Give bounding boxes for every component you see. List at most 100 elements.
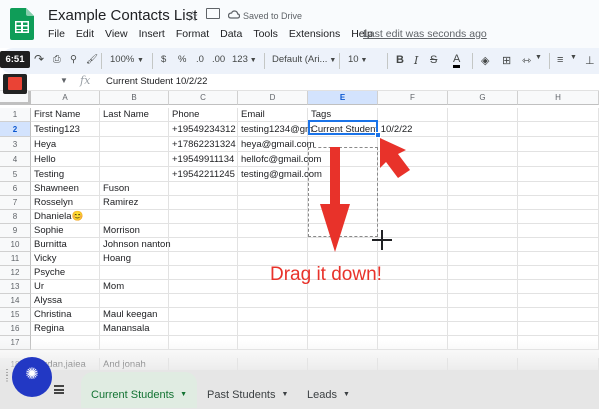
menu-view[interactable]: View [105, 28, 128, 40]
cell-g3[interactable] [448, 137, 518, 152]
row-header[interactable]: 2 [0, 122, 31, 137]
cell-h3[interactable] [518, 137, 599, 152]
cell-d8[interactable] [238, 210, 308, 224]
cell-d2[interactable]: testing1234@gm [238, 122, 313, 137]
cell-h18[interactable] [518, 358, 599, 370]
cell-b1[interactable]: Last Name [100, 108, 169, 122]
cell-a10[interactable]: Burnitta [31, 238, 100, 252]
row-header[interactable]: 12 [0, 266, 31, 280]
cell-h5[interactable] [518, 167, 599, 182]
row-header[interactable]: 17 [0, 336, 31, 350]
cell-d15[interactable] [238, 308, 308, 322]
cell-e17[interactable] [308, 336, 378, 350]
cell-h6[interactable] [518, 182, 599, 196]
currency-button[interactable]: $ [161, 54, 166, 65]
cell-d1[interactable]: Email [238, 108, 308, 122]
cell-e10[interactable] [308, 238, 378, 252]
chevron-down-icon[interactable]: ▼ [535, 54, 542, 61]
formula-input[interactable]: Current Student 10/2/22 [106, 76, 207, 87]
cell-e7[interactable] [308, 196, 378, 210]
chevron-down-icon[interactable]: ▼ [570, 54, 577, 61]
bold-icon[interactable]: B [396, 54, 404, 66]
paint-format-icon[interactable]: ⚲ [70, 54, 77, 65]
print-icon[interactable]: ⎙ [53, 54, 61, 65]
cell-a15[interactable]: Christina [31, 308, 100, 322]
cell-b8[interactable] [100, 210, 169, 224]
cell-b12[interactable] [100, 266, 169, 280]
cell-f13[interactable] [378, 280, 448, 294]
cell-c1[interactable]: Phone [169, 108, 238, 122]
row-header[interactable]: 8 [0, 210, 31, 224]
cell-b6[interactable]: Fuson [100, 182, 169, 196]
cell-a13[interactable]: Ur [31, 280, 100, 294]
document-title[interactable]: Example Contacts List [48, 7, 197, 24]
cell-a1[interactable]: First Name [31, 108, 100, 122]
zoom-select[interactable]: 100% ▼ [110, 54, 144, 65]
cell-h13[interactable] [518, 280, 599, 294]
cell-g7[interactable] [448, 196, 518, 210]
cell-b16[interactable]: Manansala [100, 322, 169, 336]
text-color-icon[interactable]: A [453, 54, 461, 68]
row-header[interactable]: 10 [0, 238, 31, 252]
row-header[interactable]: 9 [0, 224, 31, 238]
cell-d7[interactable] [238, 196, 308, 210]
cell-f11[interactable] [378, 252, 448, 266]
cell-g11[interactable] [448, 252, 518, 266]
menu-file[interactable]: File [48, 28, 65, 40]
cell-a6[interactable]: Shawneen [31, 182, 100, 196]
row-header[interactable]: 3 [0, 137, 31, 152]
column-header-h[interactable]: H [518, 91, 599, 105]
cell-c4[interactable]: +19549911134 [169, 152, 238, 167]
cell-a12[interactable]: Psyche [31, 266, 100, 280]
cell-e15[interactable] [308, 308, 378, 322]
cell-h11[interactable] [518, 252, 599, 266]
cell-f17[interactable] [378, 336, 448, 350]
cell-g8[interactable] [448, 210, 518, 224]
cell-g6[interactable] [448, 182, 518, 196]
menu-insert[interactable]: Insert [139, 28, 165, 40]
strikethrough-icon[interactable]: S [430, 54, 437, 66]
cell-h4[interactable] [518, 152, 599, 167]
cell-b10[interactable]: Johnson nanton [100, 238, 171, 252]
cell-h9[interactable] [518, 224, 599, 238]
row-header[interactable]: 4 [0, 152, 31, 167]
cell-c15[interactable] [169, 308, 238, 322]
cell-d14[interactable] [238, 294, 308, 308]
redo-icon[interactable]: ↷ [34, 52, 44, 66]
cell-a5[interactable]: Testing [31, 167, 100, 182]
cell-e1[interactable]: Tags [308, 108, 378, 122]
star-icon[interactable]: ☆ [186, 8, 199, 25]
cell-g2[interactable] [448, 122, 518, 137]
more-formats-button[interactable]: 123 ▼ [232, 54, 257, 65]
cell-c18[interactable] [169, 358, 238, 370]
cell-c11[interactable] [169, 252, 238, 266]
cell-a9[interactable]: Sophie [31, 224, 100, 238]
cell-f16[interactable] [378, 322, 448, 336]
column-header-f[interactable]: F [378, 91, 448, 105]
cell-h2[interactable] [518, 122, 599, 137]
name-box-dropdown-icon[interactable]: ▼ [60, 76, 68, 85]
cell-g12[interactable] [448, 266, 518, 280]
cell-b5[interactable] [100, 167, 169, 182]
column-header-g[interactable]: G [448, 91, 518, 105]
cell-h17[interactable] [518, 336, 599, 350]
decrease-decimal-button[interactable]: .0 [196, 54, 204, 65]
menu-extensions[interactable]: Extensions [289, 28, 340, 40]
cell-a11[interactable]: Vicky [31, 252, 100, 266]
cell-g18[interactable] [448, 358, 518, 370]
cell-a8[interactable]: Dhaniela😊 [31, 210, 100, 224]
cell-b15[interactable]: Maul keegan [100, 308, 169, 322]
cell-b3[interactable] [100, 137, 169, 152]
cell-f18[interactable] [378, 358, 448, 370]
valign-icon[interactable]: ⊥ [585, 54, 595, 67]
cell-a7[interactable]: Rosselyn [31, 196, 100, 210]
cell-c6[interactable] [169, 182, 238, 196]
row-header[interactable]: 13 [0, 280, 31, 294]
cell-b4[interactable] [100, 152, 169, 167]
column-header-c[interactable]: C [169, 91, 238, 105]
cell-a4[interactable]: Hello [31, 152, 100, 167]
cell-e8[interactable] [308, 210, 378, 224]
spreadsheet-grid[interactable]: A B C D E F G H 1 First Name Last Name Phone Email Ta… [0, 91, 599, 370]
menu-tools[interactable]: Tools [253, 28, 278, 40]
row-header[interactable]: 1 [0, 108, 31, 122]
